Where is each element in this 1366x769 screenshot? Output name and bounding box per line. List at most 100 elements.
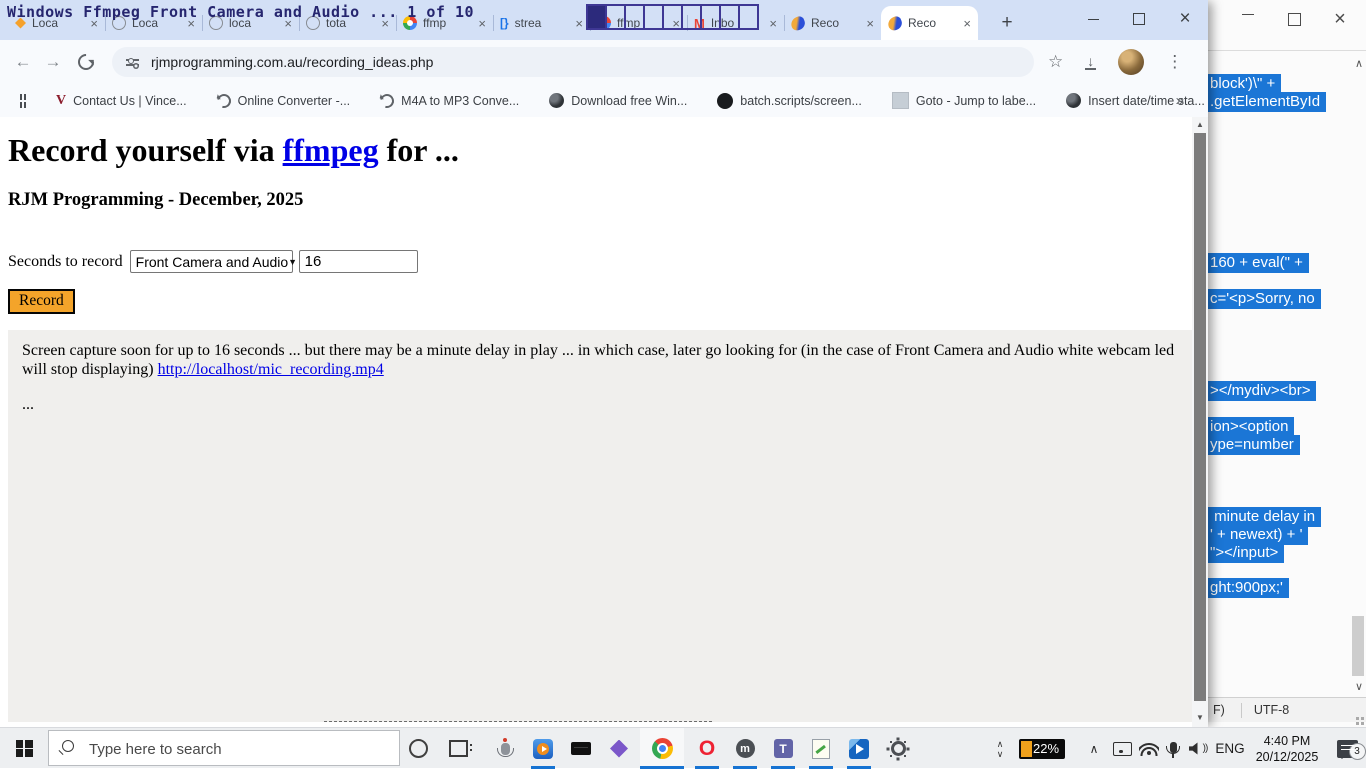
bookmark-star-icon[interactable] (1048, 52, 1063, 72)
back-button-icon[interactable] (8, 52, 38, 72)
selected-code-line[interactable]: ' + newext) + ' (1208, 525, 1308, 545)
maximize-button[interactable] (1116, 0, 1162, 38)
taskbar-app-opera[interactable] (688, 728, 726, 769)
close-window-button[interactable] (1330, 8, 1350, 30)
url-text[interactable]: rjmprogramming.com.au/recording_ideas.ph… (151, 54, 433, 70)
tray-display[interactable] (1108, 728, 1136, 769)
taskbar-app-m-circle[interactable] (726, 728, 764, 769)
selected-code-line[interactable]: block')\" + (1208, 74, 1281, 94)
forward-button-icon[interactable] (38, 52, 68, 72)
display-icon (1113, 742, 1132, 756)
date-text: 20/12/2025 (1256, 749, 1319, 765)
minimize-button[interactable] (1238, 8, 1258, 30)
browser-tab[interactable]: [} strea (493, 6, 590, 40)
selected-code-line[interactable]: minute delay in (1208, 507, 1321, 527)
bookmarks-overflow-chevron-icon[interactable] (1176, 92, 1184, 109)
taskbar-app-settings[interactable] (878, 728, 918, 769)
bookmark-item[interactable]: V Contact Us | Vince... (56, 93, 187, 109)
show-hidden-icons-button[interactable] (1082, 728, 1106, 769)
teams-icon (774, 739, 793, 758)
taskbar-app-visual-studio[interactable] (600, 728, 638, 769)
close-icon[interactable] (478, 17, 486, 30)
close-icon[interactable] (769, 17, 777, 30)
search-input[interactable] (87, 731, 395, 767)
task-view-button[interactable] (438, 728, 478, 769)
tray-volume[interactable] (1184, 728, 1212, 769)
taskbar-app-chrome-active[interactable] (640, 728, 684, 769)
divider (1241, 703, 1242, 718)
bookmark-item[interactable]: M4A to MP3 Conve... (380, 94, 519, 108)
close-icon[interactable] (866, 17, 874, 30)
selected-code-line[interactable]: .getElementById (1208, 92, 1326, 112)
search-icon (62, 740, 74, 752)
divider (1208, 50, 1366, 51)
selected-code-line[interactable]: "></input> (1208, 543, 1284, 563)
taskbar-search[interactable] (48, 730, 400, 766)
globe-favicon-icon (549, 93, 564, 108)
minimize-button[interactable] (1070, 0, 1116, 38)
site-info-icon[interactable] (126, 56, 139, 68)
scroll-up-arrow-icon[interactable] (1192, 117, 1208, 132)
selected-code-line[interactable]: c='<p>Sorry, no (1208, 289, 1321, 309)
ffmpeg-link[interactable]: ffmpeg (283, 132, 379, 168)
tab-favicon-brackets-icon: [} (500, 16, 509, 30)
taskbar-app-voice-recorder[interactable] (486, 728, 524, 769)
apps-grid-icon[interactable] (20, 94, 26, 108)
taskbar-app-notepad[interactable] (802, 728, 840, 769)
taskbar-app-movies-tv[interactable] (840, 728, 878, 769)
record-button[interactable]: Record (8, 289, 75, 314)
reload-icon[interactable] (75, 51, 98, 74)
tab-favicon-swoosh-icon (886, 14, 904, 31)
maximize-button[interactable] (1284, 8, 1304, 30)
clock[interactable]: 4:40 PM 20/12/2025 (1248, 728, 1326, 769)
bookmark-item[interactable]: Download free Win... (549, 93, 687, 108)
downloads-icon[interactable] (1085, 55, 1096, 70)
selected-code-line[interactable]: ion><option (1208, 417, 1294, 437)
scrollbar-thumb[interactable] (1352, 616, 1364, 676)
v-favicon-icon: V (56, 93, 66, 109)
close-icon[interactable] (575, 17, 583, 30)
battery-indicator[interactable]: 22% (1016, 728, 1068, 769)
taskbar-overflow-scroll[interactable]: ∧∨ (990, 728, 1010, 769)
cortana-button[interactable] (400, 728, 436, 769)
bookmark-item[interactable]: batch.scripts/screen... (717, 93, 862, 109)
selected-code-line[interactable]: ght:900px;' (1208, 578, 1289, 598)
selected-code-line[interactable]: 160 + eval(" + (1208, 253, 1309, 273)
scroll-down-arrow-icon[interactable] (1355, 680, 1363, 693)
bookmark-item[interactable]: Online Converter -... (217, 94, 351, 108)
selected-code-line[interactable]: ></mydiv><br> (1208, 381, 1316, 401)
tray-microphone[interactable] (1162, 728, 1184, 769)
recording-link[interactable]: http://localhost/mic_recording.mp4 (158, 361, 384, 378)
close-window-button[interactable] (1162, 0, 1208, 38)
menu-dots-icon[interactable] (1166, 52, 1183, 72)
selected-code-line[interactable]: ype=number (1208, 435, 1300, 455)
tray-network[interactable] (1136, 728, 1162, 769)
resize-grip[interactable] (1361, 717, 1364, 720)
visual-studio-icon (610, 740, 628, 758)
taskbar-app-media-player[interactable] (524, 728, 562, 769)
ellipsis-text: ... (22, 396, 1191, 415)
task-view-icon (449, 740, 468, 757)
browser-tab[interactable]: Reco (784, 6, 881, 40)
language-indicator[interactable]: ENG (1212, 728, 1248, 769)
profile-avatar[interactable] (1118, 49, 1144, 75)
new-tab-button[interactable] (995, 11, 1019, 35)
time-text: 4:40 PM (1256, 733, 1319, 749)
converter-favicon-icon (378, 91, 397, 110)
page-scrollbar[interactable] (1192, 117, 1208, 727)
recording-mode-select[interactable]: Front Camera and Audio (130, 250, 293, 273)
seconds-input[interactable] (299, 250, 418, 273)
opera-icon (699, 738, 715, 759)
start-button[interactable] (0, 728, 48, 769)
scrollbar-thumb[interactable] (1194, 133, 1206, 701)
scroll-down-arrow-icon[interactable] (1192, 710, 1208, 725)
browser-toolbar: rjmprogramming.com.au/recording_ideas.ph… (0, 40, 1208, 84)
browser-tab-active[interactable]: Reco (881, 6, 978, 40)
scroll-up-arrow-icon[interactable] (1355, 57, 1363, 70)
taskbar-app-teams[interactable] (764, 728, 802, 769)
notification-center-button[interactable]: 3 (1328, 728, 1366, 769)
bookmark-item[interactable]: Goto - Jump to labe... (892, 92, 1036, 109)
taskbar-app-kindle[interactable] (562, 728, 600, 769)
address-bar[interactable]: rjmprogramming.com.au/recording_ideas.ph… (112, 47, 1034, 77)
close-icon[interactable] (963, 17, 971, 30)
